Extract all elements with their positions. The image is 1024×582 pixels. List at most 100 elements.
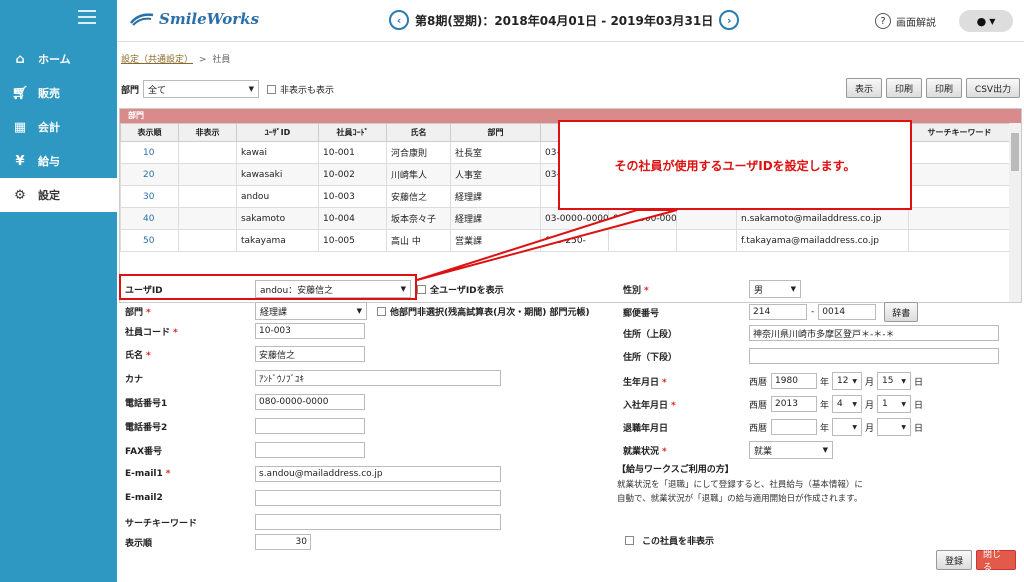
zip2-input[interactable]: 0014	[818, 304, 877, 320]
code-input[interactable]: 10-003	[255, 323, 365, 339]
nav-label: ホーム	[38, 53, 71, 66]
print-button[interactable]: 印刷	[926, 78, 962, 98]
col-header[interactable]: 氏名	[386, 123, 451, 142]
fax-input[interactable]	[255, 442, 365, 458]
note-title: 【給与ワークスご利用の方】	[617, 465, 734, 475]
userid-select[interactable]: andou：安藤信之 ▼	[255, 280, 411, 298]
table-cell: n.sakamoto@mailaddress.co.jp	[736, 207, 909, 230]
show-hidden-checkbox[interactable]	[267, 84, 277, 94]
hide-employee-checkbox[interactable]	[625, 536, 634, 545]
order-input[interactable]: 30	[255, 534, 311, 550]
nav-item-payroll[interactable]: ¥ 給与	[0, 144, 117, 178]
period-text: 第8期(翌期)：2018年04月01日 - 2019年03月31日	[415, 13, 714, 28]
table-cell: 30	[120, 185, 179, 208]
retire-month-select[interactable]: ▼	[832, 418, 863, 436]
retire-year-input[interactable]	[771, 419, 818, 435]
zip1-input[interactable]: 214	[749, 304, 807, 320]
logo[interactable]: SmileWorks	[129, 10, 259, 28]
nav-item-home[interactable]: ⌂ ホーム	[0, 42, 117, 76]
help-link[interactable]: ? 画面解説	[875, 13, 936, 29]
nav-item-accounting[interactable]: ▦ 会計	[0, 110, 117, 144]
birth-year-input[interactable]: 1980	[771, 373, 818, 389]
addr1-input[interactable]: 神奈川県川崎市多摩区登戸＊-＊-＊	[749, 325, 999, 341]
next-period-icon[interactable]: ›	[719, 10, 740, 30]
table-cell: 090-0000-0000	[608, 207, 677, 230]
display-button[interactable]: 表示	[846, 78, 882, 98]
nav-menu: ⌂ ホーム 🛒︎ 販売 ▦ 会計 ¥ 給与 ⚙ 設定	[0, 42, 117, 212]
userid-label: ユーザID	[125, 285, 163, 296]
annotation-callout: その社員が使用するユーザIDを設定します。	[558, 120, 912, 210]
name-row: 氏名 * 安藤信之	[125, 346, 365, 362]
year-unit: 年	[820, 423, 830, 434]
breadcrumb: 設定（共通設定） > 社員	[121, 52, 230, 65]
prev-period-icon[interactable]: ‹	[389, 10, 409, 30]
col-header[interactable]: 非表示	[178, 123, 237, 142]
other-dept-checkbox[interactable]	[377, 306, 386, 316]
birth-month-select[interactable]: 12 ▼	[832, 372, 863, 390]
name-label: 氏名 *	[125, 350, 151, 361]
addr2-input[interactable]	[749, 348, 999, 364]
table-cell	[908, 141, 1011, 164]
breadcrumb-parent[interactable]: 設定（共通設定）	[121, 55, 193, 65]
join-year-input[interactable]: 2013	[771, 396, 818, 412]
tel2-input[interactable]	[255, 418, 365, 434]
csv-export-button[interactable]: CSV出力	[966, 78, 1020, 98]
tel1-input[interactable]: 080-0000-0000	[255, 394, 365, 410]
cart-icon: 🛒︎	[11, 85, 29, 101]
scroll-thumb[interactable]	[1011, 133, 1019, 171]
day-unit: 日	[914, 377, 924, 388]
name-input[interactable]: 安藤信之	[255, 346, 365, 362]
table-cell: 048-250-	[540, 229, 609, 252]
tel1-row: 電話番号1 080-0000-0000	[125, 394, 365, 410]
join-month-select[interactable]: 4 ▼	[832, 395, 863, 413]
kana-input[interactable]: ｱﾝﾄﾞｳﾉﾌﾞﾕｷ	[255, 370, 501, 386]
col-header[interactable]: 表示順	[120, 123, 179, 142]
mail2-input[interactable]	[255, 490, 501, 506]
register-button[interactable]: 登録	[936, 550, 972, 570]
addr1-label: 住所（上段）	[623, 329, 678, 340]
nav-item-sales[interactable]: 🛒︎ 販売	[0, 76, 117, 110]
join-label: 入社年月日 *	[623, 400, 676, 411]
table-cell: f.takayama@mailaddress.co.jp	[736, 229, 909, 252]
all-userid-checkbox[interactable]	[417, 284, 426, 294]
col-header[interactable]: 部門	[450, 123, 541, 142]
table-cell	[178, 163, 237, 186]
birth-day-select[interactable]: 15 ▼	[877, 372, 912, 390]
col-header[interactable]: サーチキーワード	[908, 123, 1011, 142]
gender-select[interactable]: 男 ▼	[749, 280, 801, 298]
dept-filter-select[interactable]: 全て ▼	[143, 80, 260, 98]
col-header[interactable]: 社員ｺｰﾄﾞ	[318, 123, 387, 142]
table-cell: 坂本奈々子	[386, 207, 451, 230]
tel2-row: 電話番号2	[125, 418, 365, 434]
table-cell	[908, 207, 1011, 230]
search-input[interactable]	[255, 514, 501, 530]
dictionary-button[interactable]: 辞書	[884, 302, 919, 322]
chevron-down-icon: ▼	[790, 285, 796, 293]
era-label: 西暦	[749, 377, 768, 388]
print-preview-button[interactable]: 印刷	[886, 78, 922, 98]
logo-text: SmileWorks	[159, 10, 260, 28]
code-label: 社員コード *	[125, 327, 178, 338]
user-icon: ●	[976, 14, 987, 28]
menu-icon[interactable]	[78, 10, 96, 24]
addr2-row: 住所（下段）	[623, 348, 999, 364]
col-header[interactable]: ﾕｰｻﾞID	[236, 123, 319, 142]
logo-swoosh-icon	[130, 13, 154, 26]
nav-label: 会計	[38, 121, 60, 134]
join-day-select[interactable]: 1 ▼	[877, 395, 912, 413]
nav-item-settings[interactable]: ⚙ 設定	[0, 178, 117, 212]
user-menu-button[interactable]: ● ▼	[959, 10, 1013, 32]
dept-select[interactable]: 経理課 ▼	[255, 302, 367, 320]
close-button[interactable]: 閉じる	[976, 550, 1016, 573]
dept-row: 部門 * 経理課 ▼ 他部門非選択(残高試算表(月次・期間) 部門元帳)	[125, 302, 590, 320]
status-select[interactable]: 就業 ▼	[749, 441, 833, 459]
retire-day-select[interactable]: ▼	[877, 418, 912, 436]
addr1-row: 住所（上段） 神奈川県川崎市多摩区登戸＊-＊-＊	[623, 325, 999, 341]
chevron-down-icon: ▼	[400, 285, 406, 293]
mail1-input[interactable]: s.andou@mailaddress.co.jp	[255, 466, 501, 482]
table-cell: 10-004	[318, 207, 387, 230]
table-row[interactable]: 50 takayama 10-005 高山 中営業課 048-250- f.takayam…	[120, 229, 1011, 252]
table-cell: kawasaki	[236, 163, 319, 186]
status-label: 就業状況 *	[623, 446, 667, 457]
table-row[interactable]: 40 sakamoto 10-004 坂本奈々子 経理課 03-0000-0000 090-…	[120, 207, 1011, 230]
